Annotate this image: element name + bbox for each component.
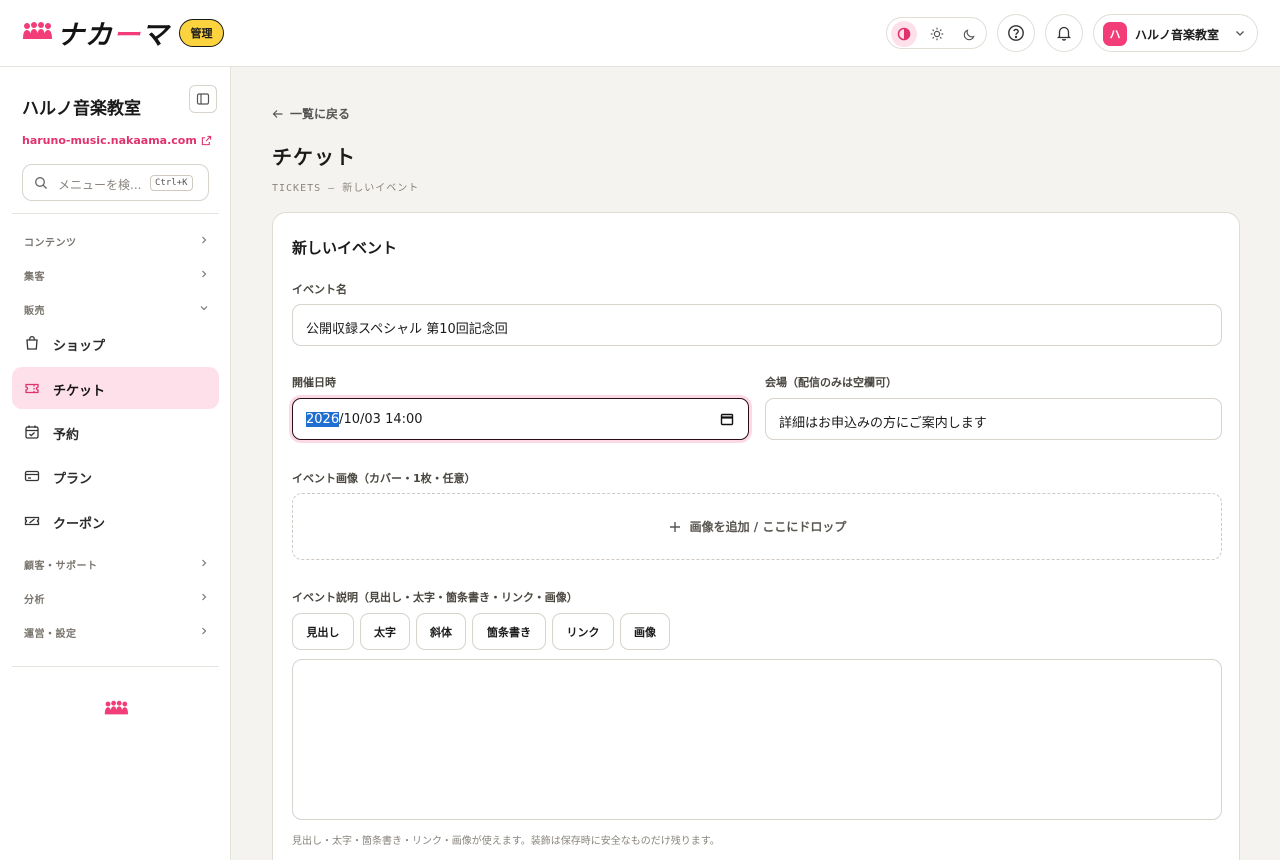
- heading-button[interactable]: 見出し: [292, 613, 354, 650]
- sidebar-collapse-button[interactable]: [189, 85, 217, 113]
- sidebar: ハルノ音楽教室 haruno-music.nakaama.com メニューを検.…: [0, 67, 231, 860]
- menu-search-input[interactable]: メニューを検... Ctrl+K: [22, 164, 209, 201]
- event-date-input[interactable]: 2026/10/03 14:00: [292, 398, 749, 440]
- chevron-down-icon: [200, 306, 208, 311]
- section-marketing[interactable]: 集客: [24, 265, 209, 285]
- event-date-label: 開催日時: [292, 376, 336, 389]
- image-dropzone[interactable]: 画像を追加 / ここにドロップ: [292, 493, 1222, 560]
- venue-input[interactable]: 詳細はお申込みの方にご案内します: [765, 398, 1222, 440]
- back-to-list-link[interactable]: 一覧に戻る: [272, 105, 350, 122]
- theme-switch: [886, 17, 987, 49]
- page-subtitle: TICKETS — 新しいイベント: [272, 183, 420, 194]
- sidebar-title: ハルノ音楽教室: [22, 99, 141, 119]
- sidebar-item-reservations[interactable]: 予約: [12, 411, 219, 453]
- event-name-input[interactable]: 公開収録スペシャル 第10回記念回: [292, 304, 1222, 346]
- brand-logo-icon: [23, 22, 52, 39]
- dropzone-label: 画像を追加 / ここにドロップ: [689, 520, 847, 534]
- editor-hint: 見出し・太字・箇条書き・リンク・画像が使えます。装飾は保存時に安全なものだけ残り…: [292, 836, 720, 847]
- page-title: チケット: [272, 145, 356, 169]
- account-menu-button[interactable]: ハ ハルノ音楽教室: [1093, 14, 1258, 52]
- event-name-label: イベント名: [292, 283, 347, 296]
- chevron-right-icon: [202, 593, 207, 601]
- chevron-down-icon: [1236, 31, 1244, 36]
- sidebar-item-shop[interactable]: ショップ: [12, 322, 219, 364]
- section-sales[interactable]: 販売: [24, 299, 209, 319]
- dark-theme-button[interactable]: [956, 21, 982, 47]
- italic-button[interactable]: 斜体: [416, 613, 466, 650]
- sidebar-divider: [12, 213, 219, 214]
- editor-toolbar: 見出し 太字 斜体 箇条書き リンク 画像: [292, 613, 670, 650]
- sidebar-item-coupons[interactable]: クーポン: [12, 500, 219, 542]
- site-link-text: haruno-music.nakaama.com: [22, 134, 197, 147]
- calendar-check-icon: [25, 425, 39, 439]
- account-avatar: ハ: [1103, 22, 1127, 46]
- shopping-bag-icon: [26, 335, 38, 350]
- light-theme-button[interactable]: [924, 21, 950, 47]
- footer-logo-icon: [104, 700, 128, 715]
- menu-search-placeholder: メニューを検...: [58, 178, 142, 192]
- new-event-form: 新しいイベント イベント名 公開収録スペシャル 第10回記念回 開催日時 202…: [272, 212, 1240, 860]
- event-name-value: 公開収録スペシャル 第10回記念回: [306, 322, 508, 337]
- section-contents[interactable]: コンテンツ: [24, 231, 209, 251]
- sidebar-toggle-icon: [196, 93, 210, 105]
- brand-name[interactable]: ナカーマ: [57, 13, 169, 52]
- form-title: 新しいイベント: [292, 239, 398, 257]
- ticket-icon: [25, 383, 39, 394]
- moon-icon: [963, 28, 975, 40]
- event-description-label: イベント説明（見出し・太字・箇条書き・リンク・画像）: [292, 591, 578, 604]
- credit-card-icon: [24, 470, 40, 482]
- help-button[interactable]: [997, 14, 1035, 52]
- calendar-icon[interactable]: [720, 412, 734, 426]
- contrast-icon: [897, 27, 911, 41]
- external-link-icon: [201, 135, 211, 146]
- section-operations[interactable]: 運営・設定: [24, 622, 209, 642]
- bell-icon: [1056, 26, 1072, 41]
- chevron-right-icon: [202, 627, 207, 635]
- arrow-left-icon: [272, 109, 283, 118]
- coupon-icon: [24, 516, 40, 526]
- site-link[interactable]: haruno-music.nakaama.com: [22, 134, 212, 147]
- search-shortcut: Ctrl+K: [150, 175, 193, 191]
- question-icon: [1008, 25, 1024, 41]
- bold-button[interactable]: 太字: [360, 613, 410, 650]
- bullet-list-button[interactable]: 箇条書き: [472, 613, 546, 650]
- section-customers[interactable]: 顧客・サポート: [24, 554, 209, 574]
- chevron-right-icon: [202, 559, 207, 567]
- top-header: ナカーマ 管理 ハ ハルノ音楽教室: [0, 0, 1280, 67]
- notifications-button[interactable]: [1045, 14, 1083, 52]
- sun-icon: [930, 27, 944, 41]
- chevron-right-icon: [202, 270, 207, 278]
- chevron-right-icon: [202, 236, 207, 244]
- image-button[interactable]: 画像: [620, 613, 670, 650]
- venue-label: 会場（配信のみは空欄可）: [765, 376, 897, 389]
- section-analytics[interactable]: 分析: [24, 588, 209, 608]
- account-name: ハルノ音楽教室: [1135, 28, 1220, 42]
- back-link-label: 一覧に戻る: [290, 107, 351, 121]
- link-button[interactable]: リンク: [552, 613, 614, 650]
- admin-badge: 管理: [179, 19, 224, 47]
- sidebar-item-plans[interactable]: プラン: [12, 455, 219, 497]
- contrast-theme-button[interactable]: [891, 21, 917, 47]
- venue-value: 詳細はお申込みの方にご案内します: [779, 416, 987, 431]
- sidebar-divider: [12, 666, 219, 667]
- search-icon: [35, 177, 47, 189]
- event-image-label: イベント画像（カバー・1枚・任意）: [292, 472, 476, 485]
- plus-icon: [669, 521, 680, 532]
- sidebar-item-tickets[interactable]: チケット: [12, 367, 219, 409]
- event-description-textarea[interactable]: [292, 659, 1222, 820]
- event-date-value: 2026/10/03 14:00: [306, 412, 423, 427]
